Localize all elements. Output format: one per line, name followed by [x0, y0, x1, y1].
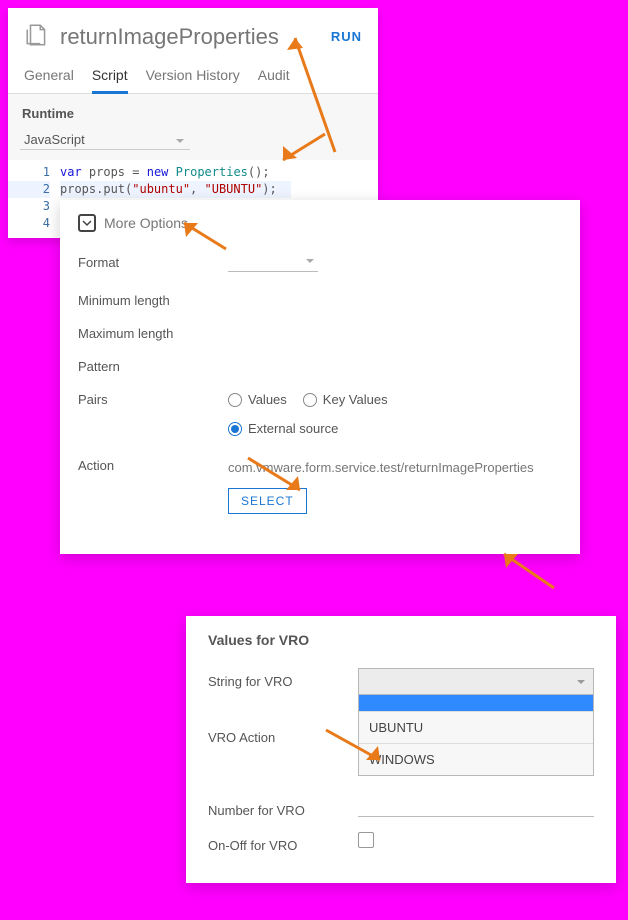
- tab-audit[interactable]: Audit: [258, 61, 290, 93]
- annotation-arrow: [494, 548, 564, 597]
- maxlen-label: Maximum length: [78, 326, 228, 341]
- more-options-panel: More Options Format Minimum length Maxim…: [60, 200, 580, 554]
- expand-toggle[interactable]: [78, 214, 96, 232]
- tab-general[interactable]: General: [24, 61, 74, 93]
- pairs-label: Pairs: [78, 392, 228, 407]
- dropdown-item-ubuntu[interactable]: UBUNTU: [359, 711, 593, 743]
- string-vro-label: String for VRO: [208, 668, 358, 689]
- radio-key-values[interactable]: Key Values: [303, 392, 388, 407]
- string-vro-dropdown-list: UBUNTU WINDOWS: [358, 694, 594, 776]
- select-button[interactable]: SELECT: [228, 488, 307, 514]
- action-label: Action: [78, 458, 228, 473]
- format-label: Format: [78, 255, 228, 270]
- pattern-label: Pattern: [78, 359, 228, 374]
- code-gutter: 1 2 3 4: [8, 160, 60, 238]
- page-title: returnImageProperties: [60, 24, 321, 50]
- onoff-vro-checkbox[interactable]: [358, 832, 374, 848]
- minlen-label: Minimum length: [78, 293, 228, 308]
- vro-title: Values for VRO: [208, 632, 594, 648]
- vro-action-label: VRO Action: [208, 724, 358, 745]
- number-vro-input[interactable]: [358, 797, 594, 817]
- dropdown-item-windows[interactable]: WINDOWS: [359, 743, 593, 775]
- number-vro-label: Number for VRO: [208, 797, 358, 818]
- radio-values[interactable]: Values: [228, 392, 287, 407]
- runtime-label: Runtime: [22, 106, 364, 121]
- action-path: com.vmware.form.service.test/returnImage…: [228, 458, 562, 478]
- tab-version-history[interactable]: Version History: [146, 61, 240, 93]
- runtime-section: Runtime JavaScript: [8, 94, 378, 160]
- action-doc-icon: [24, 22, 50, 51]
- dropdown-item-selected[interactable]: [359, 695, 593, 711]
- vro-form-panel: Values for VRO String for VRO UBUNTU WIN…: [186, 616, 616, 883]
- more-options-title: More Options: [104, 215, 188, 231]
- onoff-vro-label: On-Off for VRO: [208, 832, 358, 853]
- runtime-select[interactable]: JavaScript: [20, 129, 190, 150]
- radio-external-source[interactable]: External source: [228, 421, 338, 436]
- string-vro-select[interactable]: [358, 668, 594, 694]
- run-button[interactable]: RUN: [331, 29, 362, 44]
- format-select[interactable]: [228, 250, 318, 272]
- tab-script[interactable]: Script: [92, 61, 128, 94]
